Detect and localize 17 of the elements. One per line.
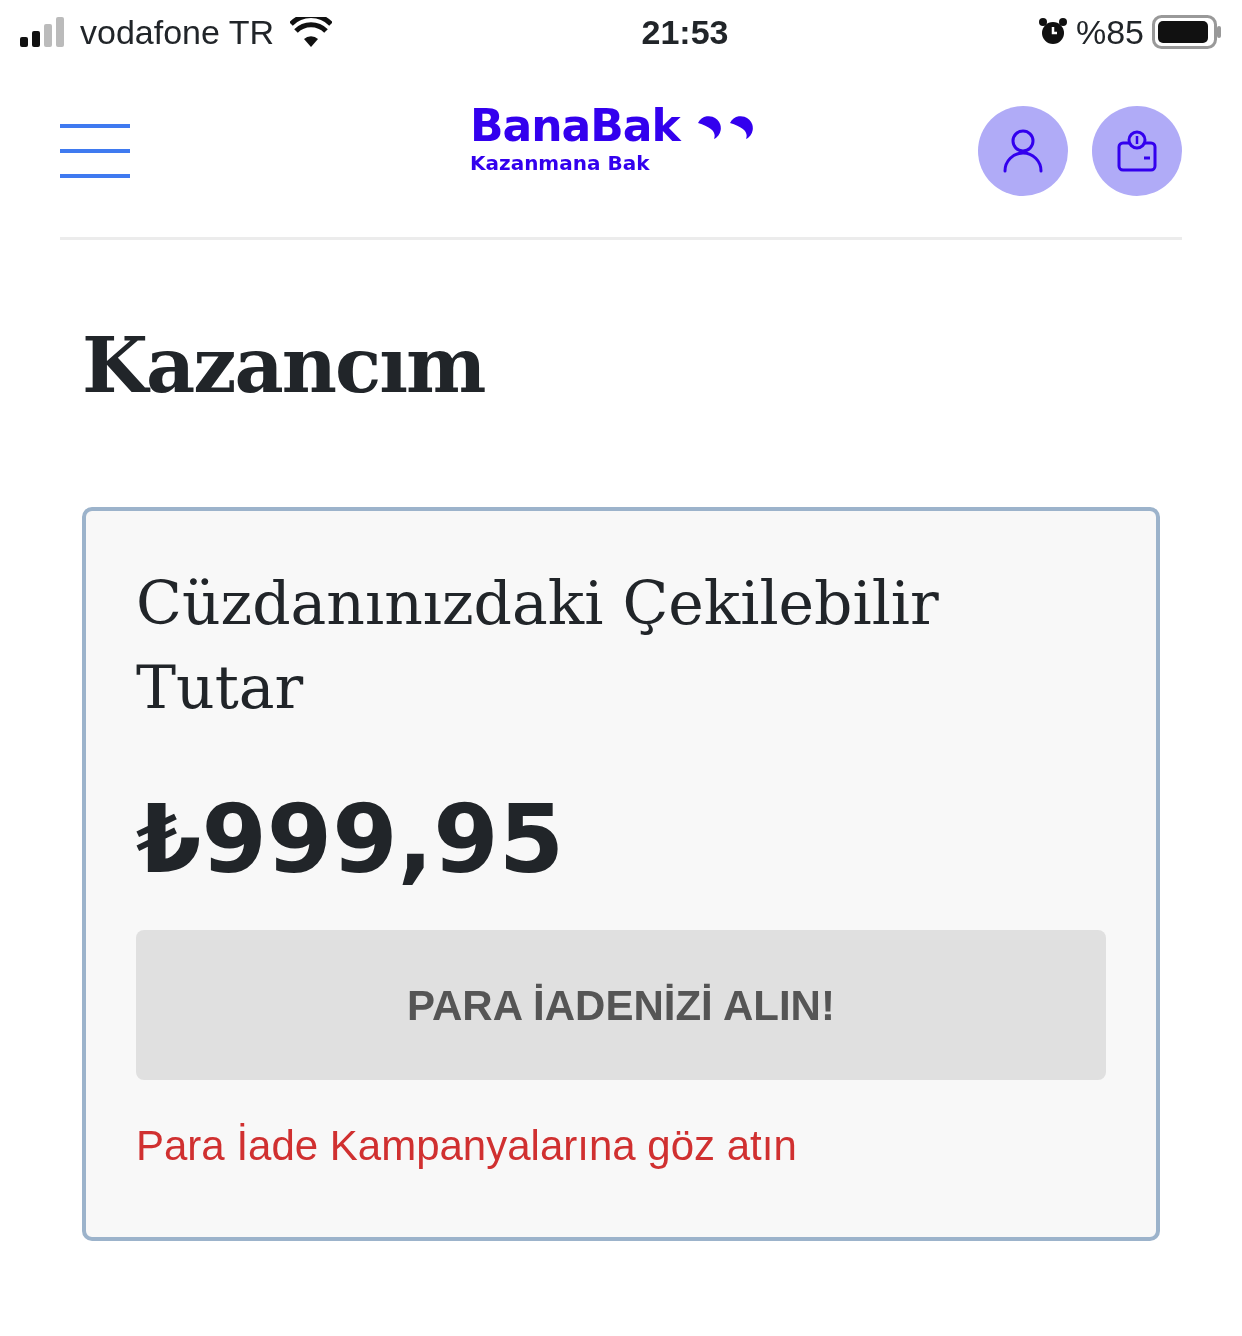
battery-icon (1152, 15, 1222, 49)
page-title: Kazancım (82, 320, 486, 412)
user-icon (1003, 128, 1043, 173)
logo-text: BanaBak (470, 103, 680, 148)
clock-time: 21:53 (641, 11, 729, 53)
wallet-icon (1116, 128, 1158, 173)
card-title: Cüzdanınızdaki Çekilebilir Tutar (136, 567, 940, 725)
signal-icon (20, 17, 64, 47)
campaigns-link[interactable]: Para İade Kampanyalarına göz atın (136, 1114, 797, 1178)
logo-tagline: Kazanmana Bak (470, 149, 651, 177)
carrier-name: vodafone TR (80, 11, 275, 53)
battery-percent: %85 (1075, 11, 1144, 53)
menu-button[interactable] (60, 123, 130, 178)
balance-amount: ₺999,95 (136, 784, 566, 897)
wifi-icon (290, 17, 333, 47)
alarm-icon (1037, 17, 1068, 47)
menu-icon (60, 123, 130, 178)
